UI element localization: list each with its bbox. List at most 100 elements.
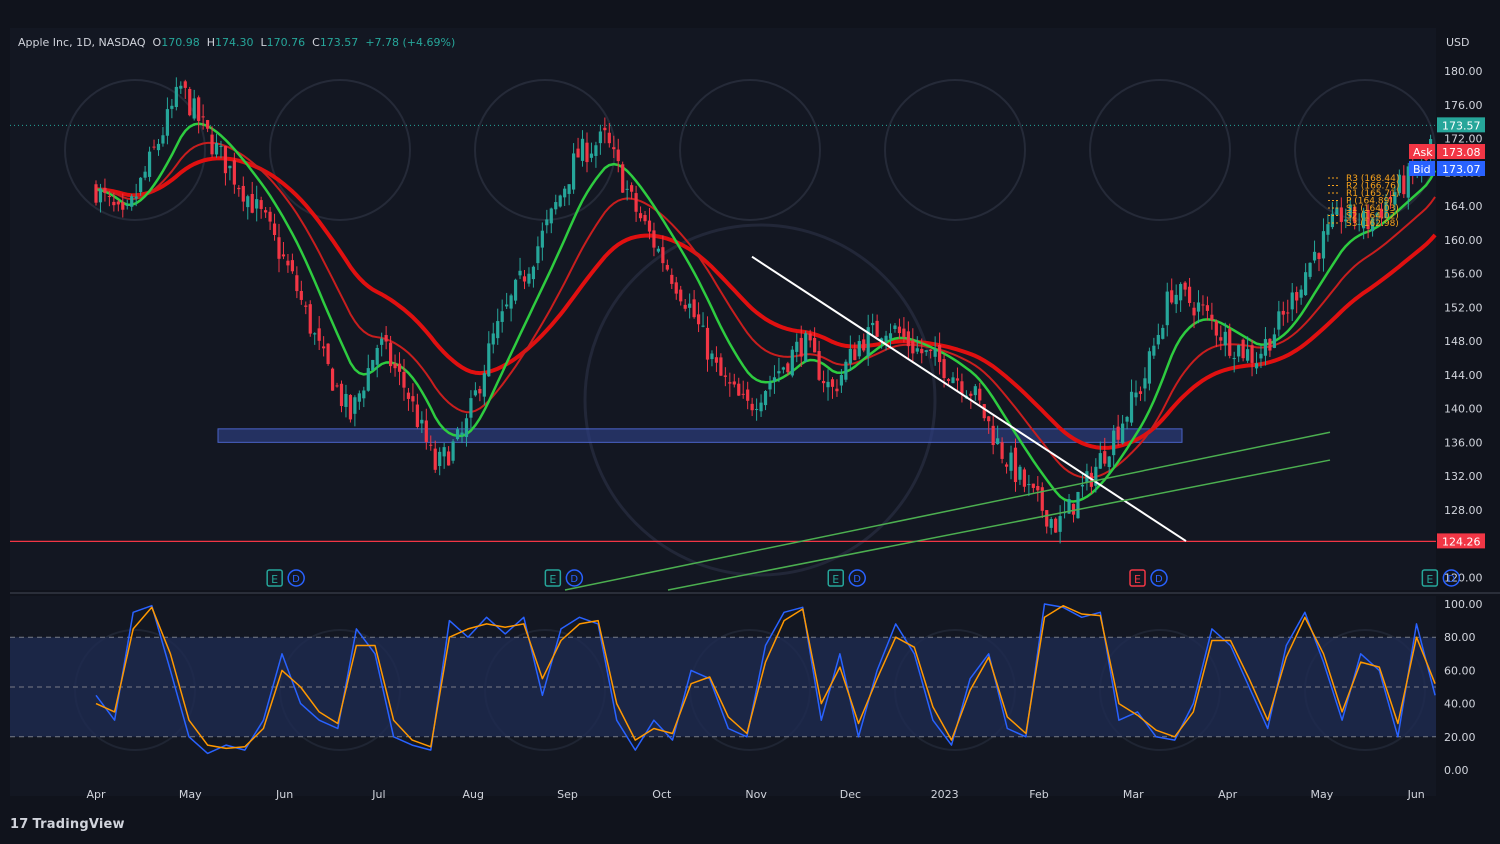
candle-body [589, 153, 594, 158]
y-tick-label: 132.00 [1444, 470, 1483, 483]
symbol-label: Apple Inc, 1D, NASDAQ [18, 36, 146, 49]
candle-body [1018, 466, 1022, 480]
candle-body [839, 375, 844, 386]
candle-body [942, 359, 946, 379]
candle-body [1107, 456, 1111, 467]
candle-body [585, 142, 589, 163]
pivot-label: S3 (162.98) [1346, 219, 1399, 229]
candle-body [290, 260, 294, 272]
candle-body [826, 381, 830, 388]
candle-body [638, 213, 643, 219]
candle-body [513, 279, 518, 301]
candle-body [415, 404, 419, 427]
candle-body [1223, 331, 1227, 346]
earnings-marker-label: E [271, 573, 278, 586]
currency-label[interactable]: USD [1446, 36, 1470, 49]
y-tick-label: 160.00 [1444, 234, 1483, 247]
candle-body [1121, 423, 1125, 444]
candle-body [442, 447, 446, 457]
candle-body [612, 147, 616, 150]
candle-body [1049, 519, 1053, 528]
candle-body [871, 322, 875, 326]
candle-body [656, 248, 661, 252]
x-tick-label: Jun [1407, 788, 1425, 801]
y-tick-label: 136.00 [1444, 436, 1483, 449]
candle-body [295, 275, 299, 292]
candle-body [505, 304, 509, 307]
candle-body [424, 420, 428, 443]
y-tick-label: 144.00 [1444, 369, 1483, 382]
close-value: 173.57 [319, 36, 359, 49]
candle-body [670, 274, 674, 284]
candle-body [844, 361, 848, 380]
candle-body [201, 116, 205, 118]
candle-body [1250, 345, 1254, 363]
candle-body [469, 398, 473, 418]
candle-body [714, 357, 719, 363]
candle-body [219, 145, 223, 147]
candle-body [1022, 469, 1027, 487]
candle-body [857, 340, 861, 357]
candle-body [1187, 286, 1192, 303]
candle-body [1112, 430, 1116, 456]
tradingview-label: TradingView [32, 817, 125, 832]
candle-body [143, 171, 147, 178]
candle-body [1219, 337, 1223, 341]
candle-body [1241, 339, 1245, 359]
candle-body [197, 97, 201, 121]
candle-body [996, 438, 1000, 445]
candle-body [969, 393, 973, 396]
candle-body [884, 335, 888, 342]
candle-body [1174, 294, 1178, 305]
candle-body [1312, 251, 1317, 261]
candle-body [1134, 392, 1138, 398]
candle-body [527, 273, 531, 284]
candle-body [902, 328, 906, 337]
candle-body [1125, 416, 1129, 422]
candle-body [491, 333, 495, 345]
candle-body [473, 390, 478, 396]
candle-body [1281, 310, 1285, 315]
high-label: H [206, 36, 215, 49]
oscillator-tick-label: 20.00 [1444, 731, 1476, 744]
candle-body [540, 230, 544, 248]
chart-canvas[interactable]: 120.00124.00128.00132.00136.00140.00144.… [0, 0, 1500, 844]
candle-body [1156, 334, 1160, 345]
candle-body [1071, 503, 1076, 515]
earnings-marker-label: E [549, 573, 556, 586]
candle-body [1201, 304, 1205, 306]
x-tick-label: Dec [840, 788, 861, 801]
candle-body [777, 371, 781, 374]
candle-body [598, 131, 602, 144]
y-tick-label: 148.00 [1444, 335, 1483, 348]
oscillator-tick-label: 40.00 [1444, 698, 1476, 711]
candle-body [339, 383, 344, 407]
candle-body [536, 246, 540, 264]
candle-body [406, 392, 411, 399]
candle-body [433, 448, 437, 470]
tradingview-logo[interactable]: 𝟭𝟳 TradingView [10, 817, 125, 832]
dividend-marker-label: D [1447, 574, 1455, 585]
candle-body [1210, 314, 1214, 320]
candle-body [696, 314, 701, 325]
candle-body [652, 230, 656, 248]
candle-body [750, 403, 754, 411]
bid-badge-value: 173.07 [1442, 163, 1481, 176]
candle-body [567, 184, 571, 194]
candle-body [875, 320, 879, 337]
candle-body [1214, 321, 1218, 336]
candle-body [933, 349, 937, 357]
candle-body [897, 326, 902, 334]
candle-body [1000, 442, 1004, 459]
candle-body [139, 177, 143, 193]
candle-body [393, 363, 397, 369]
candle-body [558, 195, 562, 207]
dividend-marker-label: D [570, 574, 578, 585]
candle-body [330, 368, 335, 391]
oscillator-tick-label: 80.00 [1444, 631, 1476, 644]
candle-body [1317, 253, 1321, 259]
candle-body [594, 145, 598, 156]
candle-body [701, 325, 705, 327]
candle-body [630, 185, 634, 192]
candle-body [755, 408, 759, 410]
